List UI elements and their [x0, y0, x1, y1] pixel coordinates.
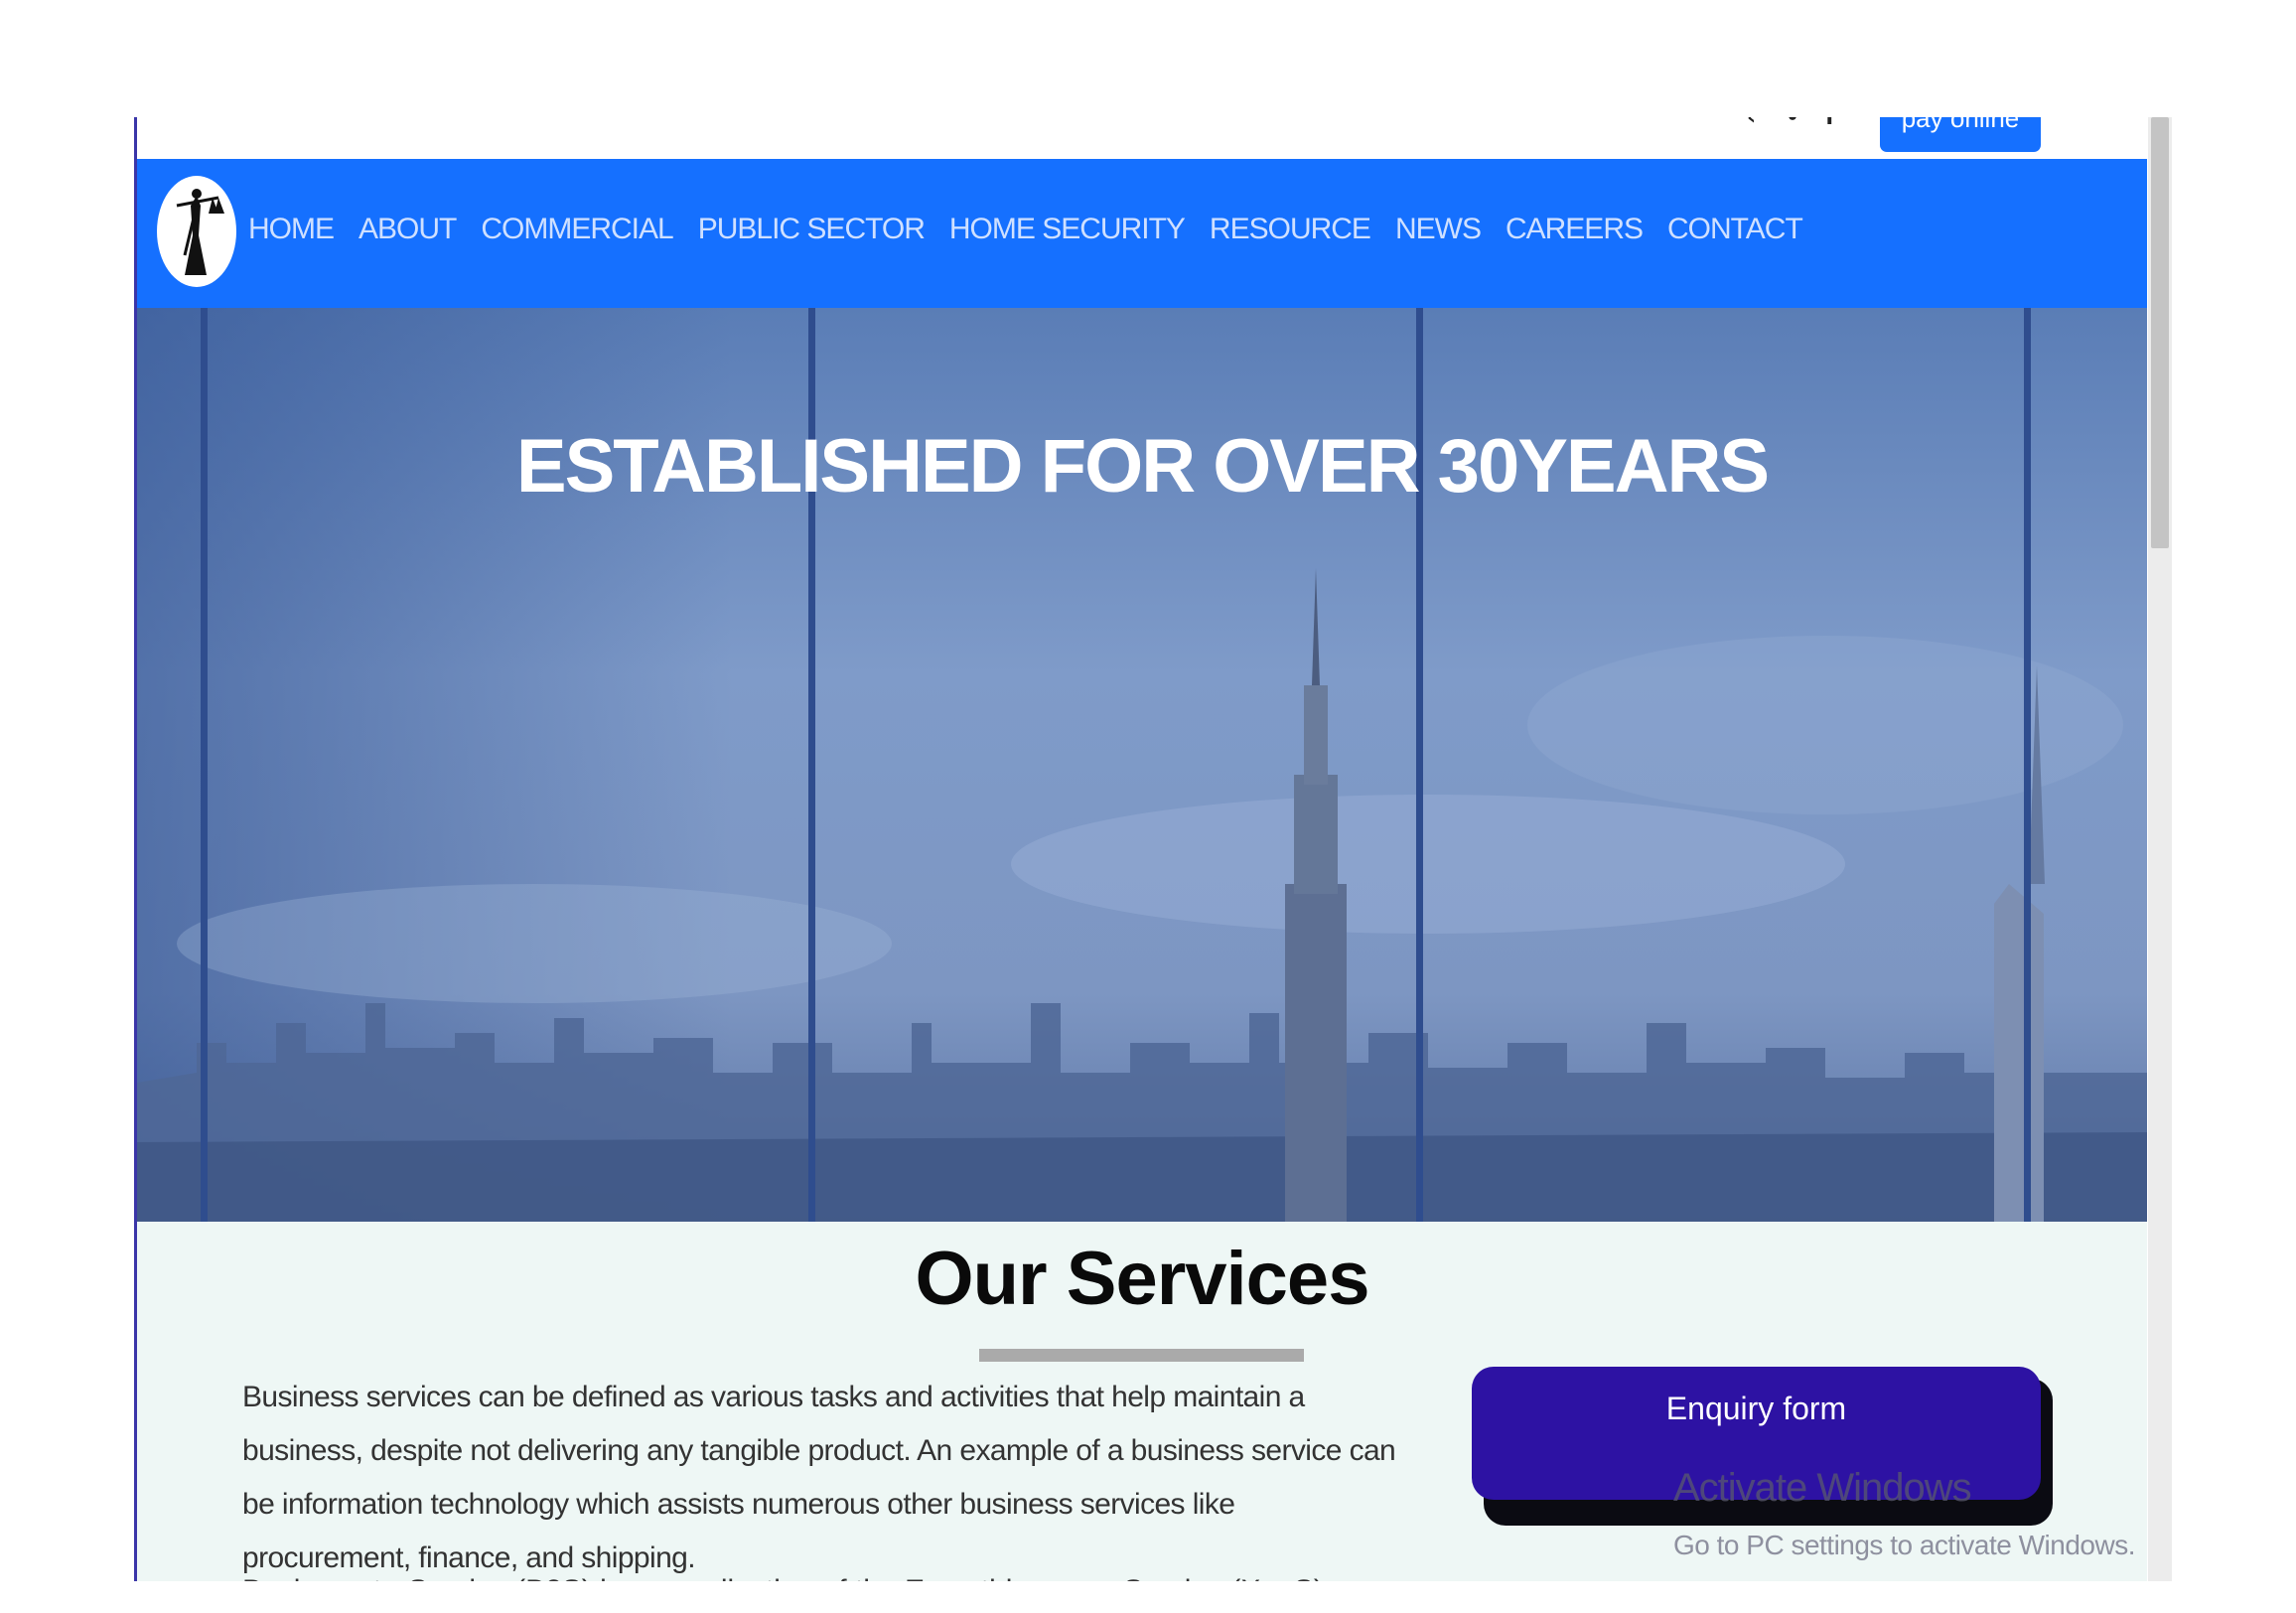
pay-online-button[interactable]: pay online: [1880, 117, 2041, 152]
nav-commercial[interactable]: COMMERCIAL: [481, 215, 673, 244]
nav-careers[interactable]: CAREERS: [1506, 215, 1644, 244]
hero-title: ESTABLISHED FOR OVER 30YEARS: [515, 424, 1770, 509]
nav-home[interactable]: HOME: [248, 215, 335, 244]
nav-news[interactable]: NEWS: [1395, 215, 1482, 244]
social-icon[interactable]: ‹: [1747, 117, 1763, 129]
nav-public-sector[interactable]: PUBLIC SECTOR: [698, 215, 926, 244]
nav-home-security[interactable]: HOME SECURITY: [949, 215, 1186, 244]
nav-contact[interactable]: CONTACT: [1667, 215, 1803, 244]
nav-resource[interactable]: RESOURCE: [1210, 215, 1371, 244]
scrollbar-thumb[interactable]: [2151, 117, 2169, 548]
nav-about[interactable]: ABOUT: [359, 215, 457, 244]
navbar: HOME ABOUT COMMERCIAL PUBLIC SECTOR HOME…: [137, 159, 2147, 308]
services-paragraph-2: Business-to-Service (B2S) is an applicat…: [242, 1564, 1404, 1581]
nav-menu: HOME ABOUT COMMERCIAL PUBLIC SECTOR HOME…: [248, 215, 1827, 244]
activate-windows-title: Activate Windows: [1673, 1466, 1972, 1510]
page-scrollbar[interactable]: [2148, 117, 2172, 1581]
browser-viewport: ‹ • f pay online HOME ABOUT COMMERCIAL P…: [134, 117, 2149, 1581]
activate-windows-subtitle: Go to PC settings to activate Windows.: [1673, 1530, 2135, 1560]
services-paragraph: Business services can be defined as vari…: [242, 1381, 1396, 1574]
twitter-icon[interactable]: •: [1786, 117, 1801, 129]
lady-justice-logo[interactable]: [157, 176, 236, 287]
facebook-icon[interactable]: f: [1825, 117, 1841, 129]
hero-banner: ESTABLISHED FOR OVER 30YEARS: [137, 308, 2147, 1222]
title-underline: [979, 1349, 1304, 1362]
services-section: Our Services Business services can be de…: [137, 1222, 2147, 1581]
services-title: Our Services: [915, 1237, 1370, 1321]
